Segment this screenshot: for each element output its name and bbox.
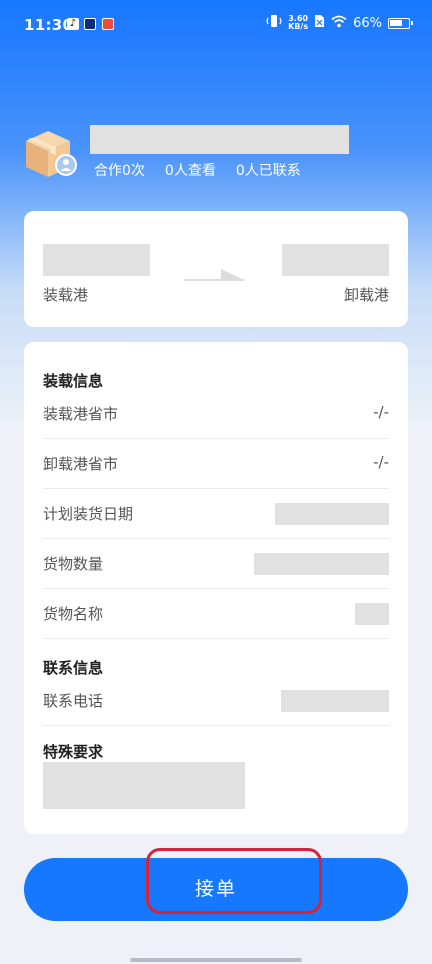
quantity-placeholder <box>254 553 389 575</box>
row-value: -/- <box>373 403 389 421</box>
row-label: 货物数量 <box>43 555 104 573</box>
net-speed: 3.60 KB/s <box>288 15 308 31</box>
stat-cooperation: 合作0次 <box>94 163 145 179</box>
phone-placeholder <box>281 690 389 712</box>
shopping-app-icon <box>102 18 114 30</box>
row-cargo-quantity: 货物数量 <box>43 539 389 589</box>
vibrate-icon <box>266 14 282 32</box>
route-arrow-icon <box>184 269 244 281</box>
unloading-port-placeholder <box>282 244 389 276</box>
home-indicator[interactable] <box>130 958 302 962</box>
route-card: 装载港 卸载港 <box>24 211 408 327</box>
status-bar: 11:30 ♪ 3.60 KB/s 66% <box>0 0 432 50</box>
info-card: 装载信息 装载港省市 -/- 卸载港省市 -/- 计划装货日期 货物数量 货物名… <box>24 342 408 834</box>
tiktok-icon: ♪ <box>67 18 79 30</box>
contact-info-title: 联系信息 <box>43 659 104 677</box>
row-label: 计划装货日期 <box>43 505 134 523</box>
loading-port-label: 装载港 <box>43 286 89 304</box>
avatar[interactable] <box>22 125 78 181</box>
cargo-name-placeholder <box>355 603 389 625</box>
stat-views: 0人查看 <box>164 163 216 179</box>
battery-icon <box>388 17 413 29</box>
package-box-icon <box>26 131 77 177</box>
row-label: 卸载港省市 <box>43 455 119 473</box>
date-placeholder <box>275 503 389 525</box>
row-contact-phone: 联系电话 <box>43 676 389 726</box>
name-placeholder <box>90 125 349 154</box>
loading-info-title: 装载信息 <box>43 372 104 390</box>
row-label: 联系电话 <box>43 692 104 710</box>
status-right-group: 3.60 KB/s 66% <box>266 14 413 32</box>
app-notification-icon <box>84 18 96 30</box>
wifi-icon <box>331 15 347 32</box>
sim-icon <box>314 14 325 32</box>
profile-header: 合作0次 0人查看 0人已联系 <box>22 125 410 185</box>
net-speed-unit: KB/s <box>288 22 309 31</box>
row-planned-date: 计划装货日期 <box>43 489 389 539</box>
row-cargo-name: 货物名称 <box>43 589 389 639</box>
special-requirements-title: 特殊要求 <box>43 743 104 761</box>
battery-percent: 66% <box>353 15 382 31</box>
stats-row: 合作0次 0人查看 0人已联系 <box>94 160 301 180</box>
highlight-annotation <box>146 848 322 914</box>
special-requirements-placeholder <box>43 762 245 809</box>
loading-port-placeholder <box>43 244 150 276</box>
row-label: 装载港省市 <box>43 405 119 423</box>
row-unloading-province: 卸载港省市 -/- <box>43 439 389 489</box>
status-time: 11:30 <box>24 16 74 34</box>
unloading-port-label: 卸载港 <box>343 286 389 304</box>
row-value: -/- <box>373 453 389 471</box>
row-loading-province: 装载港省市 -/- <box>43 389 389 439</box>
row-label: 货物名称 <box>43 605 104 623</box>
stat-contacted: 0人已联系 <box>235 163 301 179</box>
